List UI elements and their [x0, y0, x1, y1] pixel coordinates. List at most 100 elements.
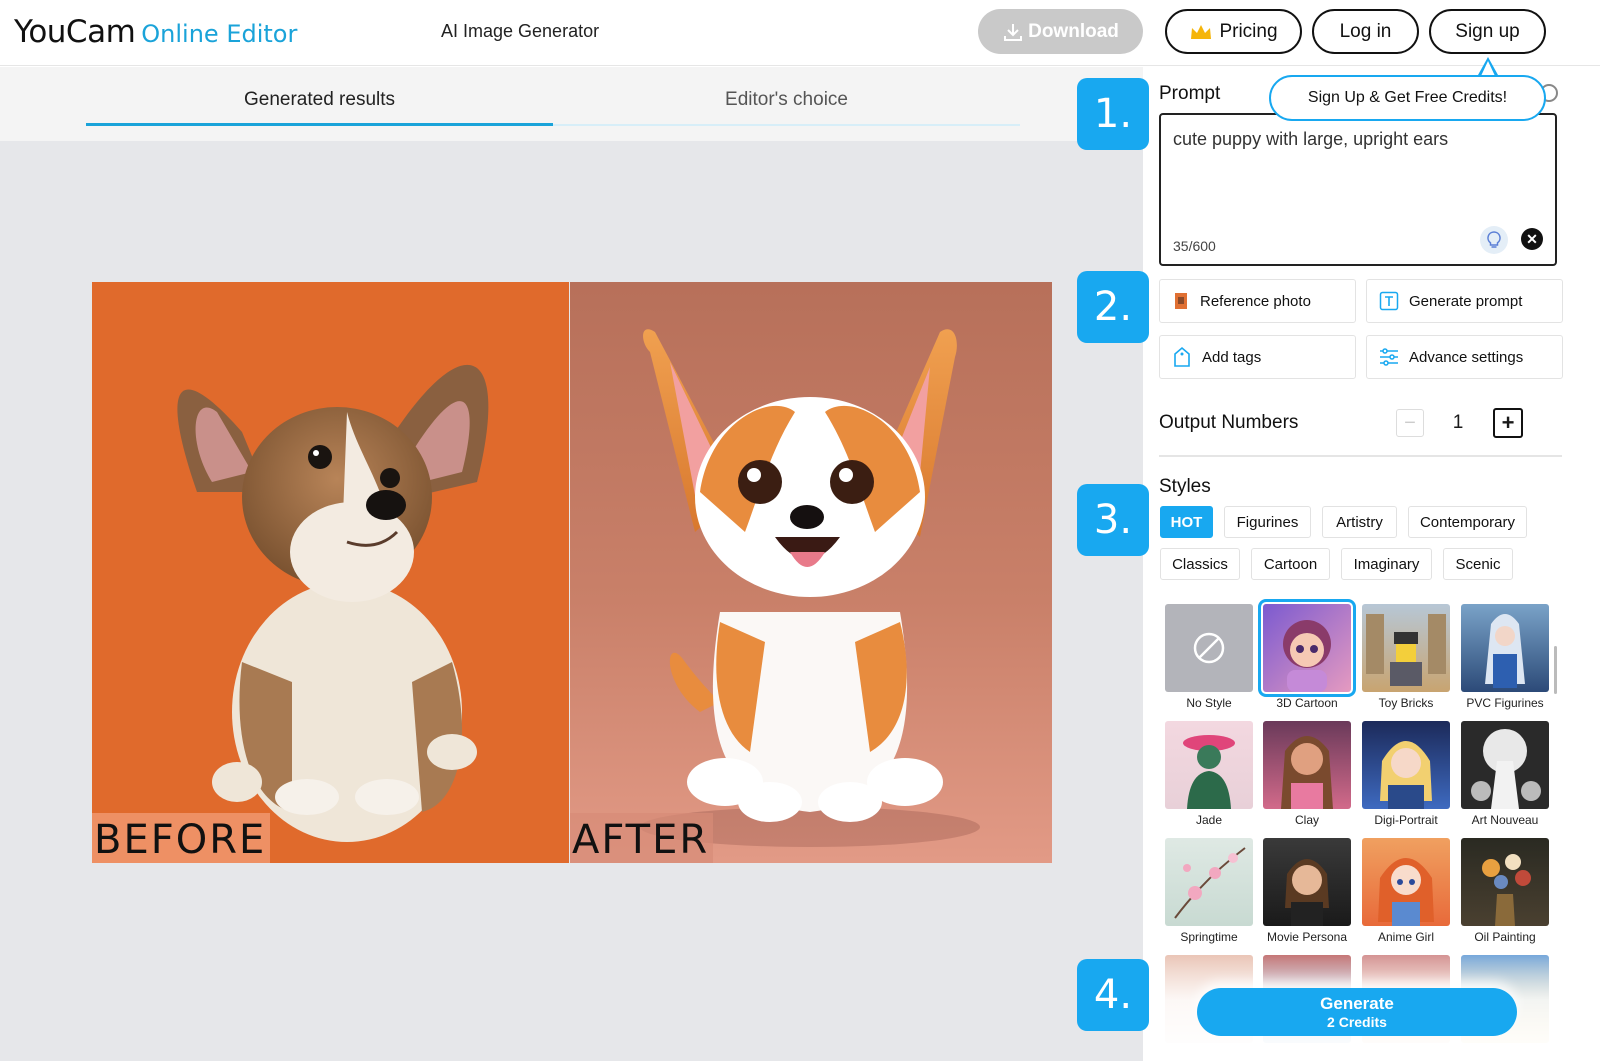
signup-label: Sign up [1455, 20, 1520, 42]
step-badge-1: 1. [1077, 78, 1149, 150]
before-image: BEFORE [92, 282, 569, 863]
style-name: No Style [1186, 696, 1232, 710]
prompt-label: Prompt [1159, 83, 1221, 104]
style-card-no-style[interactable]: No Style [1165, 604, 1253, 710]
style-card-clay[interactable]: Clay [1263, 721, 1351, 827]
style-card-oil-painting[interactable]: Oil Painting [1461, 838, 1549, 944]
styles-scrollbar[interactable] [1554, 646, 1557, 694]
style-category-classics[interactable]: Classics [1160, 548, 1240, 580]
output-numbers-value: 1 [1452, 412, 1464, 433]
step-badge-3: 3. [1077, 484, 1149, 556]
style-card-springtime[interactable]: Springtime [1165, 838, 1253, 944]
tag-icon [1174, 346, 1190, 367]
advance-settings-label: Advance settings [1409, 348, 1524, 366]
login-label: Log in [1339, 20, 1392, 42]
style-category-contemporary[interactable]: Contemporary [1408, 506, 1527, 538]
decrease-output-button[interactable]: − [1396, 409, 1424, 437]
style-card-toy-bricks[interactable]: Toy Bricks [1362, 604, 1450, 710]
tab-generated-results[interactable]: Generated results [86, 89, 553, 111]
preview-area: Generated results Editor's choice BEFORE… [0, 67, 1143, 1061]
style-thumb [1461, 721, 1549, 809]
app-title[interactable]: AI Image Generator [441, 21, 599, 42]
style-name: Clay [1294, 813, 1319, 827]
after-image: AFTER [570, 282, 1052, 863]
output-numbers-label: Output Numbers [1159, 412, 1299, 433]
cartoon-puppy-illustration [640, 329, 980, 847]
style-thumb [1362, 721, 1450, 809]
style-name: Oil Painting [1474, 930, 1536, 944]
style-thumb [1258, 599, 1356, 697]
style-name: Jade [1195, 813, 1223, 827]
prompt-input[interactable]: cute puppy with large, upright ears 35/6… [1159, 113, 1557, 266]
generate-button[interactable]: Generate 2 Credits [1197, 988, 1517, 1036]
logo-main: YouCam [14, 14, 136, 50]
style-category-hot[interactable]: HOT [1160, 506, 1213, 538]
lightbulb-icon[interactable] [1480, 226, 1508, 254]
style-card-movie-persona[interactable]: Movie Persona [1263, 838, 1351, 944]
style-card-pvc-figurines[interactable]: PVC Figurines [1461, 604, 1549, 710]
step-badge-4: 4. [1077, 959, 1149, 1031]
signup-tooltip[interactable]: Sign Up & Get Free Credits! [1269, 75, 1546, 121]
style-thumb [1263, 838, 1351, 926]
generate-label: Generate [1320, 994, 1394, 1013]
tooltip-arrow-inner [1481, 61, 1495, 76]
style-card-art-nouveau[interactable]: Art Nouveau [1461, 721, 1549, 827]
style-card-digi-portrait[interactable]: Digi-Portrait [1362, 721, 1450, 827]
style-thumb [1263, 721, 1351, 809]
style-name: Anime Girl [1377, 930, 1434, 944]
pricing-button[interactable]: Pricing [1165, 9, 1302, 54]
style-name: 3D Cartoon [1276, 696, 1338, 710]
clear-prompt-icon[interactable]: ✕ [1521, 228, 1543, 250]
style-name: Toy Bricks [1378, 696, 1434, 710]
download-icon [1004, 23, 1023, 41]
style-thumb [1165, 838, 1253, 926]
real-puppy-illustration [177, 364, 489, 842]
style-category-figurines[interactable]: Figurines [1224, 506, 1311, 538]
signup-button[interactable]: Sign up [1429, 9, 1546, 54]
style-name: Digi-Portrait [1374, 813, 1438, 827]
generate-credits: 2 Credits [1327, 1014, 1387, 1030]
login-button[interactable]: Log in [1312, 9, 1419, 54]
advance-settings-button[interactable]: Advance settings [1366, 335, 1563, 379]
reference-photo-button[interactable]: Reference photo [1159, 279, 1356, 323]
ban-icon [1193, 632, 1225, 664]
no-style-thumb [1165, 604, 1253, 692]
reference-photo-label: Reference photo [1200, 292, 1311, 310]
style-category-artistry[interactable]: Artistry [1322, 506, 1397, 538]
image-icon [1175, 293, 1187, 309]
style-category-cartoon[interactable]: Cartoon [1251, 548, 1330, 580]
style-name: Movie Persona [1266, 930, 1348, 944]
style-name: PVC Figurines [1466, 696, 1544, 710]
crown-icon [1191, 24, 1212, 39]
prompt-char-count: 35/600 [1173, 238, 1216, 254]
step-badge-2: 2. [1077, 271, 1149, 343]
style-category-imaginary[interactable]: Imaginary [1341, 548, 1432, 580]
after-label: AFTER [570, 813, 714, 863]
download-button[interactable]: Download [978, 9, 1143, 54]
increase-output-button[interactable]: + [1493, 408, 1523, 438]
styles-label: Styles [1159, 476, 1211, 497]
style-card-anime-girl[interactable]: Anime Girl [1362, 838, 1450, 944]
logo[interactable]: YouCam Online Editor [14, 14, 297, 50]
style-thumb [1362, 838, 1450, 926]
add-tags-button[interactable]: Add tags [1159, 335, 1356, 379]
download-label: Download [1028, 20, 1119, 42]
generate-prompt-label: Generate prompt [1409, 292, 1523, 310]
style-name: Art Nouveau [1471, 813, 1539, 827]
style-thumb [1165, 721, 1253, 809]
section-divider [1159, 455, 1562, 457]
text-icon [1379, 291, 1399, 311]
pricing-label: Pricing [1219, 20, 1278, 42]
generate-prompt-button[interactable]: Generate prompt [1366, 279, 1563, 323]
style-thumb [1461, 604, 1549, 692]
active-tab-indicator [86, 123, 553, 126]
tab-editors-choice[interactable]: Editor's choice [553, 89, 1020, 111]
top-bar: YouCam Online Editor AI Image Generator D… [0, 0, 1600, 66]
prompt-text: cute puppy with large, upright ears [1173, 129, 1449, 149]
style-category-scenic[interactable]: Scenic [1443, 548, 1513, 580]
style-card-3d-cartoon[interactable]: 3D Cartoon [1258, 599, 1356, 710]
style-card-jade[interactable]: Jade [1165, 721, 1253, 827]
logo-sub: Online Editor [141, 20, 298, 48]
before-label: BEFORE [92, 813, 271, 863]
results-tabbar: Generated results Editor's choice [0, 67, 1143, 141]
